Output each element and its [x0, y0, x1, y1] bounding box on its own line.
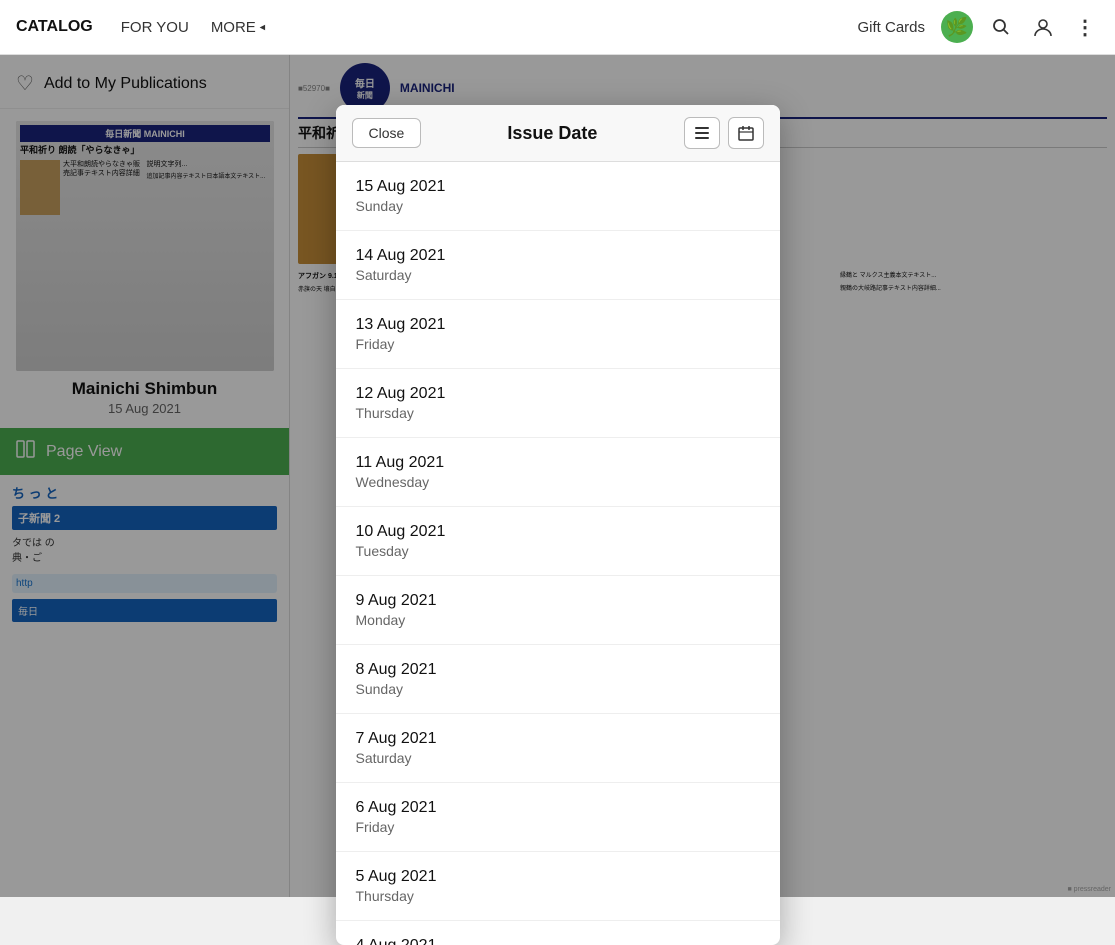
issue-day-value: Wednesday [356, 474, 760, 490]
issue-date-item[interactable]: 6 Aug 2021 Friday [336, 783, 780, 852]
issue-day-value: Thursday [356, 888, 760, 904]
issue-date-item[interactable]: 14 Aug 2021 Saturday [336, 231, 780, 300]
issue-date-item[interactable]: 8 Aug 2021 Sunday [336, 645, 780, 714]
issue-day-value: Saturday [356, 267, 760, 283]
close-button[interactable]: Close [352, 118, 422, 148]
issue-day-value: Tuesday [356, 543, 760, 559]
issue-date-value: 13 Aug 2021 [356, 316, 760, 334]
issue-date-list: 15 Aug 2021 Sunday 14 Aug 2021 Saturday … [336, 162, 780, 945]
issue-date-value: 5 Aug 2021 [356, 868, 760, 886]
issue-date-item[interactable]: 10 Aug 2021 Tuesday [336, 507, 780, 576]
issue-date-item[interactable]: 5 Aug 2021 Thursday [336, 852, 780, 921]
issue-day-value: Sunday [356, 198, 760, 214]
issue-day-value: Friday [356, 336, 760, 352]
issue-date-item[interactable]: 9 Aug 2021 Monday [336, 576, 780, 645]
modal-header: Close Issue Date [336, 105, 780, 162]
chevron-down-icon: ▾ [256, 24, 269, 30]
issue-day-value: Monday [356, 612, 760, 628]
main-content: ♡ Add to My Publications 毎日新聞 MAINICHI 平… [0, 55, 1115, 897]
issue-date-value: 15 Aug 2021 [356, 178, 760, 196]
issue-date-item[interactable]: 12 Aug 2021 Thursday [336, 369, 780, 438]
modal-view-icons [684, 117, 764, 149]
issue-date-value: 8 Aug 2021 [356, 661, 760, 679]
issue-date-value: 7 Aug 2021 [356, 730, 760, 748]
nav-foryou[interactable]: FOR YOU [121, 19, 189, 36]
issue-date-value: 4 Aug 2021 [356, 937, 760, 945]
issue-day-value: Saturday [356, 750, 760, 766]
issue-date-modal: Close Issue Date [336, 105, 780, 945]
list-view-icon[interactable] [684, 117, 720, 149]
issue-date-item[interactable]: 7 Aug 2021 Saturday [336, 714, 780, 783]
issue-date-item[interactable]: 4 Aug 2021 Wednesday [336, 921, 780, 945]
nav-catalog[interactable]: CATALOG [16, 18, 93, 36]
user-icon[interactable] [1029, 13, 1057, 41]
app-icon[interactable]: 🌿 [941, 11, 973, 43]
issue-date-item[interactable]: 13 Aug 2021 Friday [336, 300, 780, 369]
modal-title: Issue Date [507, 123, 597, 144]
issue-date-item[interactable]: 11 Aug 2021 Wednesday [336, 438, 780, 507]
search-icon[interactable] [987, 13, 1015, 41]
issue-day-value: Thursday [356, 405, 760, 421]
calendar-view-icon[interactable] [728, 117, 764, 149]
issue-day-value: Sunday [356, 681, 760, 697]
issue-date-value: 14 Aug 2021 [356, 247, 760, 265]
issue-date-value: 12 Aug 2021 [356, 385, 760, 403]
issue-date-value: 6 Aug 2021 [356, 799, 760, 817]
navbar: CATALOG FOR YOU MORE ▾ Gift Cards 🌿 ⋮ [0, 0, 1115, 55]
issue-day-value: Friday [356, 819, 760, 835]
issue-date-item[interactable]: 15 Aug 2021 Sunday [336, 162, 780, 231]
more-menu-icon[interactable]: ⋮ [1071, 13, 1099, 41]
nav-giftcards[interactable]: Gift Cards [857, 19, 925, 36]
nav-icons: 🌿 ⋮ [941, 11, 1099, 43]
issue-date-value: 11 Aug 2021 [356, 454, 760, 472]
nav-more[interactable]: MORE ▾ [211, 19, 266, 36]
issue-date-value: 9 Aug 2021 [356, 592, 760, 610]
issue-date-value: 10 Aug 2021 [356, 523, 760, 541]
